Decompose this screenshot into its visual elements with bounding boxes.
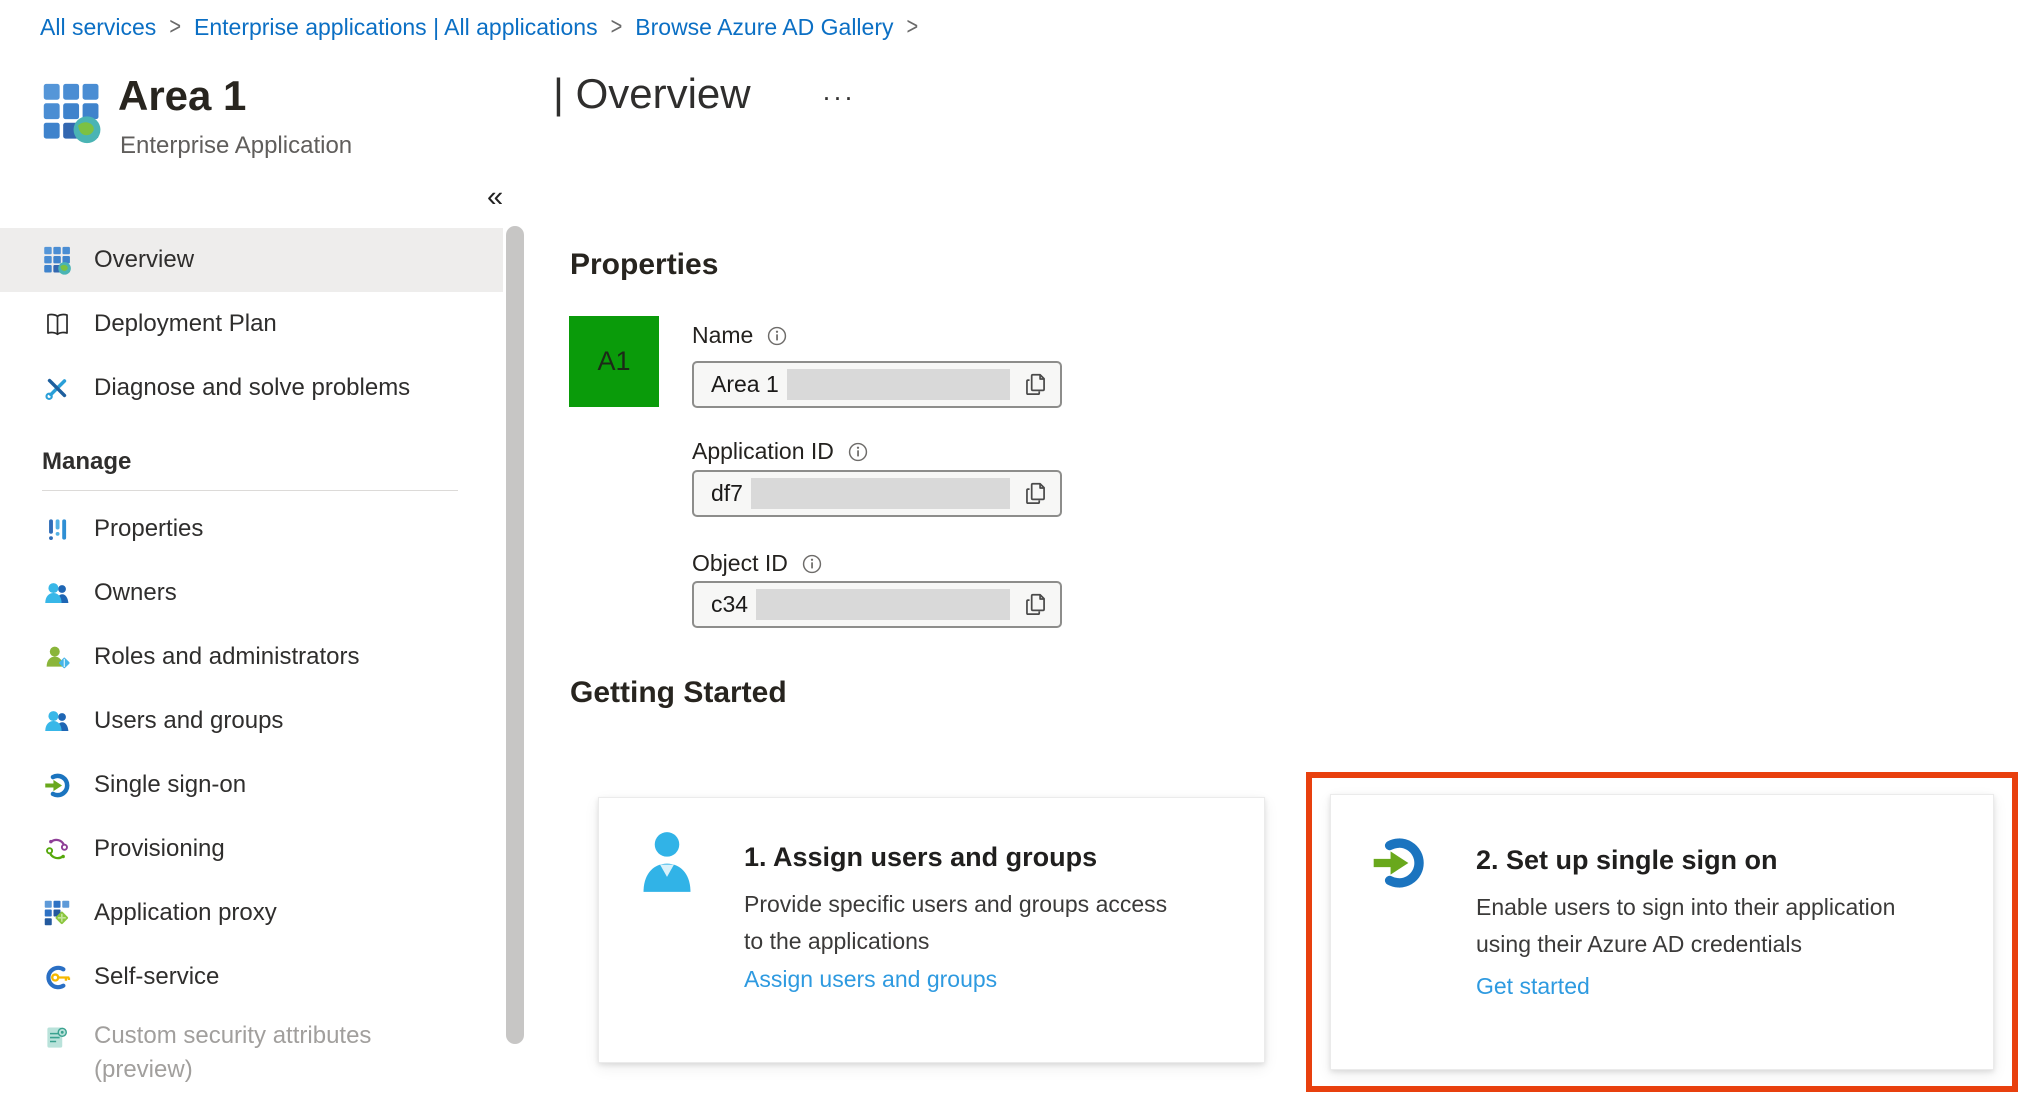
sidebar-section-manage: Manage — [42, 448, 132, 475]
sidebar-item-label: Custom security attributes — [94, 1022, 372, 1049]
application-id-value: df7 — [711, 480, 743, 506]
provisioning-icon — [42, 834, 72, 864]
name-field-value: Area 1 — [711, 371, 779, 397]
name-field[interactable]: Area 1 — [692, 361, 1062, 408]
application-id-field[interactable]: df7 — [692, 470, 1062, 517]
properties-heading: Properties — [570, 248, 719, 281]
sidebar-item-application-proxy[interactable]: Application proxy — [0, 881, 503, 945]
sidebar-item-single-sign-on[interactable]: Single sign-on — [0, 753, 503, 817]
breadcrumb-separator-icon: > — [169, 13, 181, 41]
app-type-subtitle: Enterprise Application — [120, 132, 353, 159]
sidebar-item-users-and-groups[interactable]: Users and groups — [0, 689, 503, 753]
info-icon[interactable] — [847, 441, 869, 463]
app-avatar-tile: A1 — [569, 316, 659, 407]
info-icon[interactable] — [766, 325, 788, 347]
sidebar-item-label: Properties — [94, 515, 204, 542]
app-proxy-icon — [42, 898, 72, 928]
object-id-field[interactable]: c34 — [692, 581, 1062, 628]
more-options-icon[interactable]: ··· — [822, 82, 855, 113]
copy-icon[interactable] — [1022, 591, 1050, 619]
sidebar-scrollbar[interactable] — [504, 226, 528, 1102]
sso-icon — [42, 770, 72, 800]
card-title: 1. Assign users and groups — [744, 842, 1098, 872]
get-started-link[interactable]: Get started — [1476, 973, 1590, 1000]
sidebar-item-self-service[interactable]: Self-service — [0, 945, 503, 1009]
redacted-value — [756, 589, 1010, 620]
object-id-value: c34 — [711, 591, 749, 617]
breadcrumb-link-browse-gallery[interactable]: Browse Azure AD Gallery — [635, 14, 893, 41]
sidebar-item-label: Self-service — [94, 963, 220, 990]
sidebar-item-label: Roles and administrators — [94, 643, 360, 670]
self-service-key-icon — [42, 962, 72, 992]
sidebar-item-owners[interactable]: Owners — [0, 561, 503, 625]
tools-icon — [42, 373, 72, 403]
sidebar-item-label: Application proxy — [94, 899, 277, 926]
getting-started-heading: Getting Started — [570, 676, 787, 709]
sidebar-item-label: Users and groups — [94, 707, 284, 734]
breadcrumb-separator-icon: > — [610, 13, 623, 41]
single-sign-on-card[interactable]: 2. Set up single sign on Enable users to… — [1330, 794, 1994, 1070]
sidebar-item-deployment-plan[interactable]: Deployment Plan — [0, 292, 503, 356]
scrollbar-thumb[interactable] — [506, 226, 524, 1044]
sidebar: Overview Deployment Plan Diagnose and so… — [0, 228, 503, 1089]
assign-users-card[interactable]: 1. Assign users and groups Provide speci… — [598, 797, 1265, 1063]
breadcrumb-link-enterprise-applications[interactable]: Enterprise applications | All applicatio… — [194, 14, 598, 41]
collapse-sidebar-icon[interactable]: « — [487, 181, 503, 214]
overview-icon — [42, 245, 72, 275]
sidebar-item-label: Deployment Plan — [94, 310, 277, 337]
assign-users-link[interactable]: Assign users and groups — [744, 966, 997, 993]
info-icon[interactable] — [801, 553, 823, 575]
card-description: Enable users to sign into their applicat… — [1476, 894, 1896, 957]
card-description: Provide specific users and groups access… — [744, 891, 1168, 954]
app-name: Area 1 — [118, 72, 247, 119]
breadcrumb-link-all-services[interactable]: All services — [40, 14, 156, 41]
user-icon — [639, 830, 695, 899]
sidebar-item-label: Owners — [94, 579, 177, 606]
azure-portal-page: All services > Enterprise applications |… — [0, 0, 2024, 1102]
redacted-value — [786, 369, 1010, 400]
enterprise-app-icon — [42, 82, 102, 144]
book-icon — [42, 309, 72, 339]
sidebar-item-properties[interactable]: Properties — [0, 497, 503, 561]
sidebar-item-provisioning[interactable]: Provisioning — [0, 817, 503, 881]
document-gear-icon — [42, 1023, 72, 1053]
people-icon — [42, 706, 72, 736]
sidebar-divider — [42, 490, 458, 491]
sidebar-item-overview[interactable]: Overview — [0, 228, 503, 292]
page-title: | Overview — [553, 70, 751, 117]
people-icon — [42, 578, 72, 608]
role-person-cube-icon — [42, 642, 72, 672]
sidebar-item-label: Provisioning — [94, 835, 225, 862]
card-title: 2. Set up single sign on — [1476, 845, 1778, 875]
sidebar-item-label: Diagnose and solve problems — [94, 374, 411, 401]
sidebar-item-label-line2: (preview) — [94, 1056, 193, 1083]
name-field-label: Name — [692, 322, 788, 349]
sidebar-item-label: Single sign-on — [94, 771, 247, 798]
sidebar-item-label: Overview — [94, 246, 195, 273]
sidebar-item-custom-security-attributes[interactable]: Custom security attributes (preview) — [0, 1009, 503, 1089]
sso-icon — [1369, 833, 1429, 898]
breadcrumb: All services > Enterprise applications |… — [40, 13, 931, 41]
sliders-icon — [42, 514, 72, 544]
app-avatar-label: A1 — [597, 346, 631, 376]
copy-icon[interactable] — [1022, 480, 1050, 508]
sidebar-item-roles[interactable]: Roles and administrators — [0, 625, 503, 689]
application-id-field-label: Application ID — [692, 438, 869, 465]
sidebar-item-diagnose[interactable]: Diagnose and solve problems — [0, 356, 503, 420]
object-id-field-label: Object ID — [692, 550, 823, 577]
redacted-value — [750, 478, 1010, 509]
copy-icon[interactable] — [1022, 371, 1050, 399]
breadcrumb-separator-icon: > — [906, 13, 919, 41]
